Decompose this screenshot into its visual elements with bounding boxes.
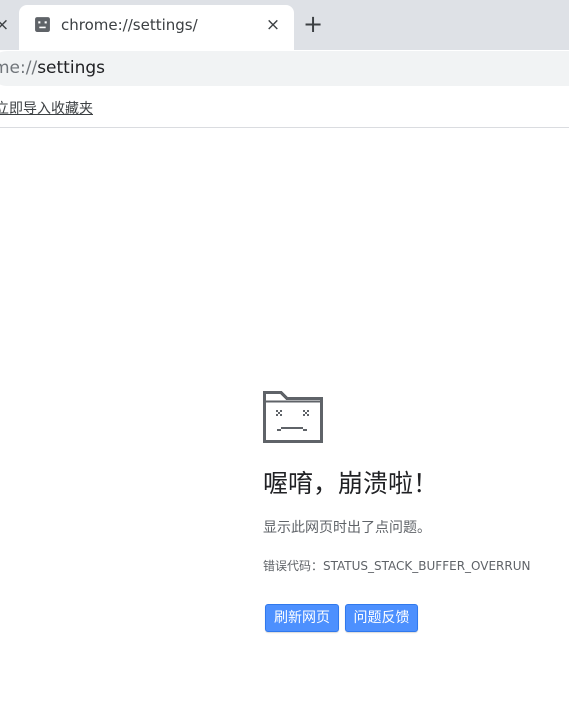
bookmarks-bar: 立即导入收藏夹 <box>0 90 569 128</box>
reload-button[interactable]: 刷新网页 <box>265 604 339 632</box>
close-icon[interactable]: × <box>0 15 9 35</box>
crash-title: 喔唷，崩溃啦！ <box>263 469 439 498</box>
url-text[interactable]: chrome://settings <box>0 58 105 78</box>
tab-close-icon[interactable]: × <box>263 14 283 36</box>
sad-tab-icon <box>263 391 323 443</box>
sad-tab-favicon-icon <box>35 17 50 32</box>
browser-window: × chrome://settings/ × + chrome://settin… <box>0 0 569 706</box>
error-code: 错误代码：STATUS_STACK_BUFFER_OVERRUN <box>263 559 531 573</box>
active-tab[interactable]: chrome://settings/ × <box>19 5 294 50</box>
toolbar: chrome://settings <box>0 50 569 90</box>
import-bookmarks-link[interactable]: 立即导入收藏夹 <box>0 100 93 118</box>
tab-strip: × chrome://settings/ × + <box>0 0 569 50</box>
url-scheme: chrome:// <box>0 58 38 78</box>
new-tab-button[interactable]: + <box>300 11 326 37</box>
crash-message: 显示此网页时出了点问题。 <box>263 520 431 536</box>
url-host: settings <box>37 58 105 78</box>
tab-title: chrome://settings/ <box>61 16 198 34</box>
feedback-button[interactable]: 问题反馈 <box>345 604 418 632</box>
page-content: 喔唷，崩溃啦！ 显示此网页时出了点问题。 错误代码：STATUS_STACK_B… <box>0 128 569 706</box>
